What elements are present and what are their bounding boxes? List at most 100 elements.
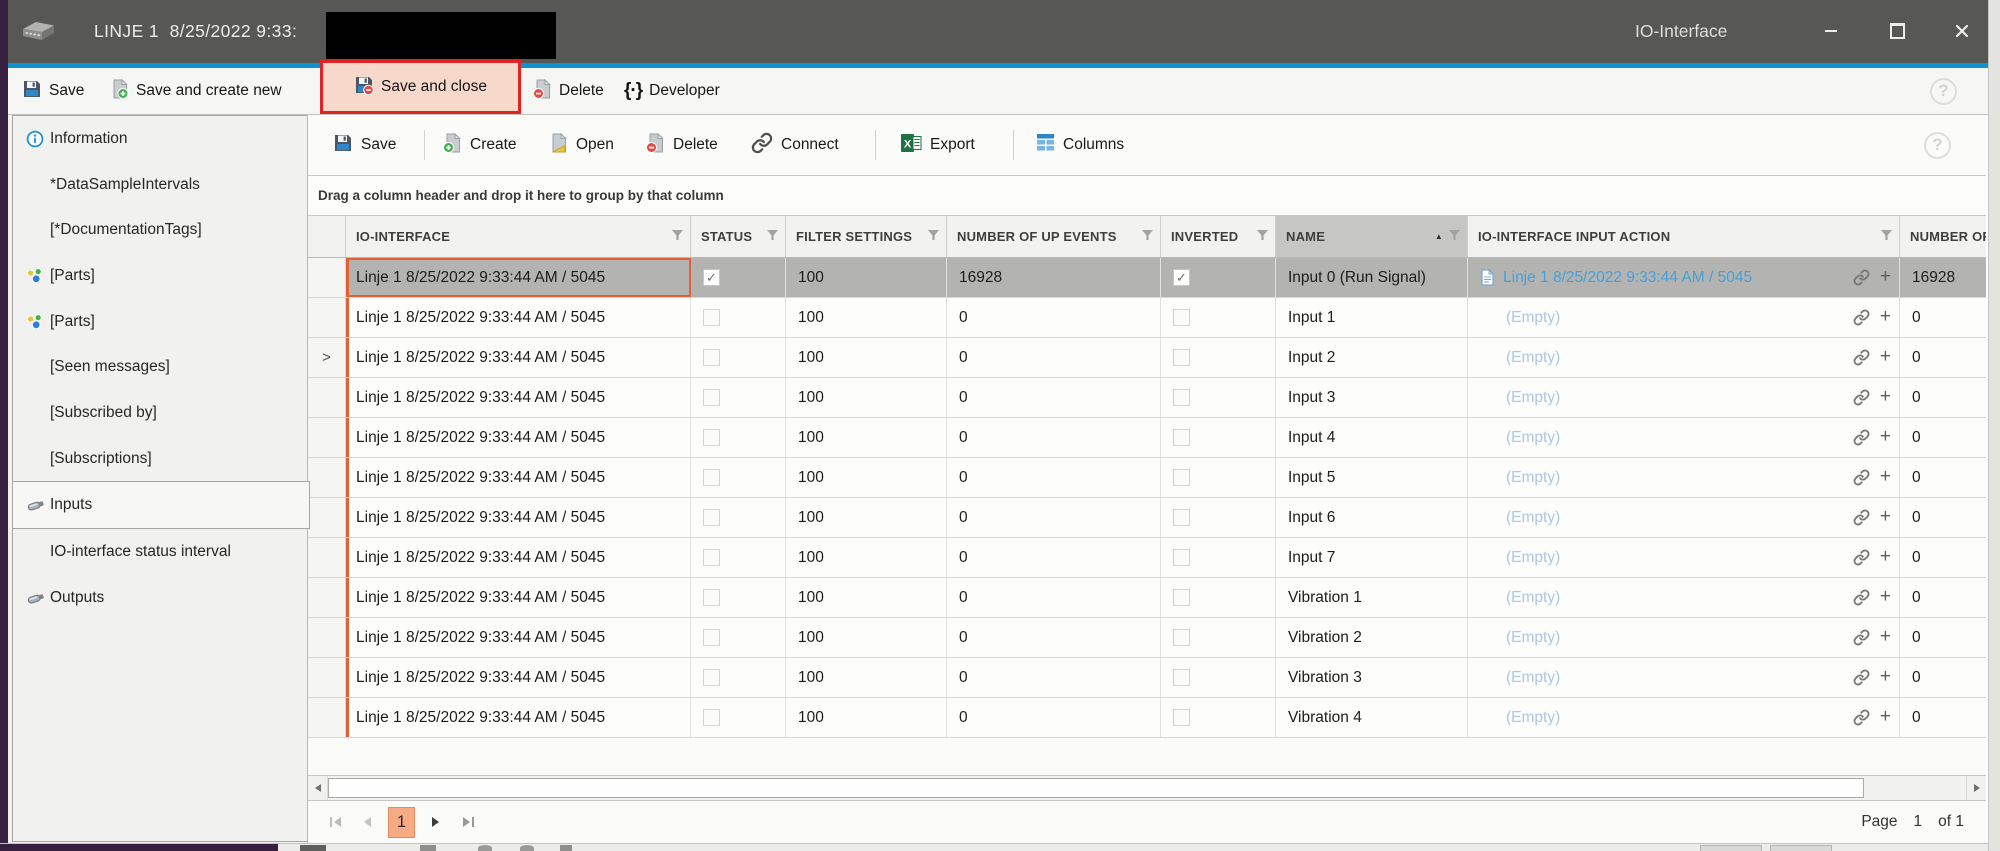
col-header-io-interface[interactable]: IO-INTERFACE [346,216,691,257]
scroll-left-arrow[interactable] [308,776,328,800]
sidebar-item-outputs[interactable]: Outputs [13,575,309,621]
col-header-name[interactable]: NAME▲ [1276,216,1468,257]
filter-icon[interactable] [1448,229,1461,244]
grid-save-button[interactable]: Save [333,115,396,175]
link-action-icon[interactable] [1853,709,1870,726]
sidebar-item-documentationtags[interactable]: [*DocumentationTags] [13,207,309,253]
delete-record-button[interactable]: Delete [532,68,604,114]
link-action-icon[interactable] [1853,509,1870,526]
col-header-io-interface-input-action[interactable]: IO-INTERFACE INPUT ACTION [1468,216,1900,257]
help-button-top[interactable]: ? [1930,68,1957,114]
table-row[interactable]: Linje 1 8/25/2022 9:33:44 AM / 50451000V… [308,578,1986,618]
filter-icon[interactable] [1141,229,1154,244]
checkbox-unchecked[interactable] [703,669,720,686]
sidebar-item-datasampleintervals[interactable]: *DataSampleIntervals [13,162,309,208]
col-header-filter-settings[interactable]: FILTER SETTINGS [786,216,947,257]
checkbox-unchecked[interactable] [703,429,720,446]
filter-icon[interactable] [671,229,684,244]
checkbox-unchecked[interactable] [703,589,720,606]
checkbox-unchecked[interactable] [1173,549,1190,566]
link-action-icon[interactable] [1853,549,1870,566]
save-and-close-button[interactable]: Save and close [320,60,521,114]
grid-connect-button[interactable]: Connect [751,115,839,175]
checkbox-unchecked[interactable] [703,389,720,406]
table-row[interactable]: Linje 1 8/25/2022 9:33:44 AM / 50451000I… [308,378,1986,418]
sidebar-item-information[interactable]: Information [13,116,309,162]
checkbox-unchecked[interactable] [1173,509,1190,526]
grid-export-button[interactable]: X Export [901,115,975,175]
checkbox-unchecked[interactable] [1173,629,1190,646]
sidebar-item-inputs[interactable]: Inputs [13,482,309,528]
maximize-button[interactable] [1879,16,1915,46]
checkbox-checked[interactable]: ✓ [703,269,720,286]
checkbox-checked[interactable]: ✓ [1173,269,1190,286]
table-row[interactable]: Linje 1 8/25/2022 9:33:44 AM / 50451000V… [308,618,1986,658]
grid-create-button[interactable]: Create [442,115,517,175]
table-row[interactable]: Linje 1 8/25/2022 9:33:44 AM / 50451000I… [308,298,1986,338]
checkbox-unchecked[interactable] [1173,669,1190,686]
link-action-icon[interactable] [1853,469,1870,486]
filter-icon[interactable] [927,229,940,244]
filter-icon[interactable] [1880,229,1893,244]
next-page-button[interactable] [423,807,449,837]
checkbox-unchecked[interactable] [1173,469,1190,486]
table-row[interactable]: Linje 1 8/25/2022 9:33:44 AM / 50451000I… [308,458,1986,498]
add-action-icon[interactable]: + [1880,507,1891,526]
close-button[interactable] [1944,16,1980,46]
horizontal-scrollbar[interactable] [308,775,1986,801]
table-row[interactable]: Linje 1 8/25/2022 9:33:44 AM / 50451000V… [308,658,1986,698]
last-page-button[interactable] [455,807,481,837]
checkbox-unchecked[interactable] [703,469,720,486]
add-action-icon[interactable]: + [1880,667,1891,686]
add-action-icon[interactable]: + [1880,587,1891,606]
grid-columns-button[interactable]: Columns [1036,115,1124,175]
sidebar-item-subscriptions[interactable]: [Subscriptions] [13,436,309,482]
checkbox-unchecked[interactable] [703,709,720,726]
link-action-icon[interactable] [1853,589,1870,606]
filter-icon[interactable] [766,229,779,244]
grid-delete-button[interactable]: Delete [645,115,718,175]
table-row[interactable]: Linje 1 8/25/2022 9:33:44 AM / 50451000I… [308,418,1986,458]
table-row[interactable]: Linje 1 8/25/2022 9:33:44 AM / 50451000V… [308,698,1986,738]
checkbox-unchecked[interactable] [1173,349,1190,366]
current-page-button[interactable]: 1 [388,807,415,838]
sidebar-item-io-interface-status-interval[interactable]: IO-interface status interval [13,529,309,575]
checkbox-unchecked[interactable] [703,349,720,366]
table-row[interactable]: Linje 1 8/25/2022 9:33:44 AM / 5045✓1001… [308,258,1986,298]
add-action-icon[interactable]: + [1880,347,1891,366]
link-action-icon[interactable] [1853,669,1870,686]
col-header-status[interactable]: STATUS [691,216,786,257]
group-by-bar[interactable]: Drag a column header and drop it here to… [308,175,1986,215]
add-action-icon[interactable]: + [1880,387,1891,406]
col-header-number-of-up-events[interactable]: NUMBER OF UP EVENTS [947,216,1161,257]
link-action-icon[interactable] [1853,389,1870,406]
input-action-link[interactable]: Linje 1 8/25/2022 9:33:44 AM / 5045 [1503,269,1752,287]
sidebar-item-parts[interactable]: [Parts] [13,253,309,299]
save-button[interactable]: Save [22,68,84,114]
add-action-icon[interactable]: + [1880,267,1891,286]
checkbox-unchecked[interactable] [1173,309,1190,326]
save-and-create-new-button[interactable]: Save and create new [109,68,282,114]
table-row[interactable]: >Linje 1 8/25/2022 9:33:44 AM / 50451000… [308,338,1986,378]
checkbox-unchecked[interactable] [1173,589,1190,606]
add-action-icon[interactable]: + [1880,547,1891,566]
table-row[interactable]: Linje 1 8/25/2022 9:33:44 AM / 50451000I… [308,538,1986,578]
sidebar-item-subscribed-by[interactable]: [Subscribed by] [13,390,309,436]
help-button-grid[interactable]: ? [1924,115,1951,175]
add-action-icon[interactable]: + [1880,427,1891,446]
checkbox-unchecked[interactable] [703,309,720,326]
link-action-icon[interactable] [1853,349,1870,366]
checkbox-unchecked[interactable] [703,629,720,646]
scrollbar-thumb[interactable] [328,778,1864,798]
minimize-button[interactable] [1813,16,1849,46]
link-action-icon[interactable] [1853,269,1870,286]
add-action-icon[interactable]: + [1880,307,1891,326]
sidebar-item-parts[interactable]: [Parts] [13,299,309,345]
link-action-icon[interactable] [1853,309,1870,326]
sidebar-item-seen-messages[interactable]: [Seen messages] [13,344,309,390]
filter-icon[interactable] [1256,229,1269,244]
grid-open-button[interactable]: Open [548,115,614,175]
col-header-number-of[interactable]: NUMBER OF [1900,216,1986,257]
table-row[interactable]: Linje 1 8/25/2022 9:33:44 AM / 50451000I… [308,498,1986,538]
first-page-button[interactable] [322,807,348,837]
